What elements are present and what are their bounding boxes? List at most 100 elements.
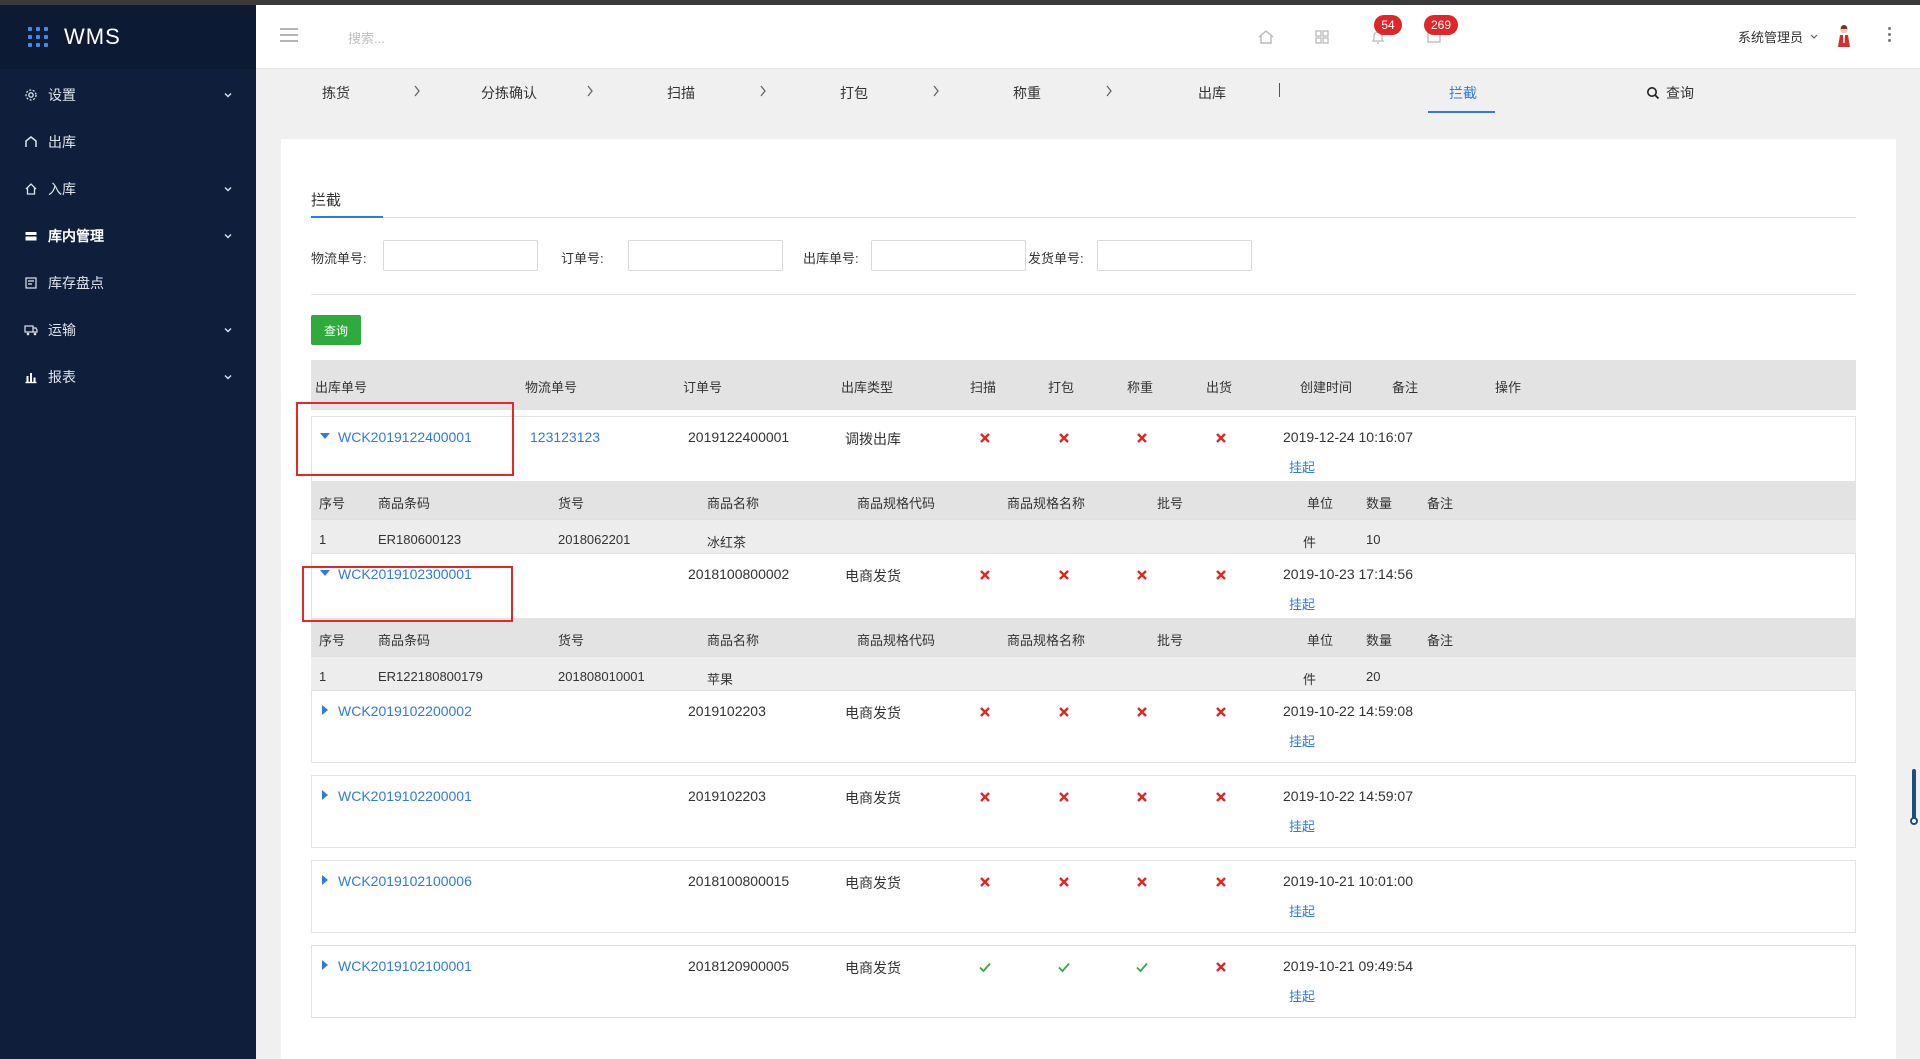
detail-unit: 件 xyxy=(1303,672,1317,687)
step-pick[interactable]: 拣货 xyxy=(322,83,350,103)
step-pack[interactable]: 打包 xyxy=(840,83,868,103)
truck-icon xyxy=(24,324,38,335)
menu-toggle-icon[interactable] xyxy=(280,28,298,42)
sidebar-item-label: 设置 xyxy=(48,86,76,103)
messages-button[interactable]: 269 xyxy=(1424,15,1458,47)
detail-col-sku-header: 货号 xyxy=(558,633,585,648)
step-outbound[interactable]: 出库 xyxy=(1198,83,1226,103)
cross-icon xyxy=(1216,792,1226,802)
chevron-right-icon xyxy=(933,85,939,97)
scrollbar-knob[interactable] xyxy=(1910,817,1918,825)
step-sort-confirm[interactable]: 分拣确认 xyxy=(481,83,537,103)
sidebar-item[interactable]: 运输 xyxy=(0,306,256,353)
order-no-input[interactable] xyxy=(628,240,783,271)
step-query[interactable]: 查询 xyxy=(1646,83,1694,103)
user-name: 系统管理员 xyxy=(1738,30,1804,45)
chevron-right-icon xyxy=(760,85,766,97)
sidebar-item[interactable]: 出库 xyxy=(0,118,256,165)
outbound-no-link[interactable]: WCK2019102100001 xyxy=(338,958,472,974)
scrollbar-thumb[interactable] xyxy=(1912,769,1916,823)
inbound-icon xyxy=(25,182,37,195)
shipping-no-input[interactable] xyxy=(1097,240,1252,271)
outbound-type: 电商发货 xyxy=(845,568,901,584)
user-menu[interactable]: 系统管理员 xyxy=(1738,27,1819,46)
logistics-no-input[interactable] xyxy=(383,240,538,271)
sidebar-item[interactable]: 库存盘点 xyxy=(0,259,256,306)
detail-col-unit-header: 单位 xyxy=(1307,633,1334,648)
grid-icon[interactable] xyxy=(1312,27,1332,47)
created-time: 2019-10-23 17:14:56 xyxy=(1283,566,1413,582)
suspend-link[interactable]: 挂起 xyxy=(1289,816,1315,835)
detail-seq: 1 xyxy=(319,532,327,547)
table-row: WCK2019102300001 2018100800002 电商发货 2019-10… xyxy=(311,553,1856,626)
cross-icon xyxy=(1216,877,1226,887)
step-weigh[interactable]: 称重 xyxy=(1013,83,1041,103)
suspend-link[interactable]: 挂起 xyxy=(1289,594,1315,613)
more-options-icon[interactable] xyxy=(1886,27,1892,47)
detail-name: 冰红茶 xyxy=(707,535,747,550)
step-scan[interactable]: 扫描 xyxy=(667,83,695,103)
warehouse-icon xyxy=(25,231,37,240)
suspend-link[interactable]: 挂起 xyxy=(1289,457,1315,476)
created-time: 2019-12-24 10:16:07 xyxy=(1283,429,1413,445)
detail-col-barcode-header: 商品条码 xyxy=(378,496,431,511)
detail-name: 苹果 xyxy=(707,672,734,687)
sidebar-item[interactable]: 设置 xyxy=(0,71,256,118)
col-ship-header: 出货 xyxy=(1206,380,1233,395)
detail-qty: 10 xyxy=(1366,532,1381,547)
check-icon xyxy=(1058,962,1070,973)
table-row: WCK2019122400001 123123123 2019122400001 调拨… xyxy=(311,416,1856,489)
suspend-link[interactable]: 挂起 xyxy=(1289,986,1315,1005)
tab-intercept[interactable]: 拦截 xyxy=(311,189,341,210)
outbound-no-link[interactable]: WCK2019102200001 xyxy=(338,788,472,804)
chevron-down-icon xyxy=(224,186,232,191)
created-time: 2019-10-22 14:59:08 xyxy=(1283,703,1413,719)
notification-button[interactable]: 54 xyxy=(1368,15,1402,47)
avatar[interactable] xyxy=(1834,23,1854,49)
detail-col-qty-header: 数量 xyxy=(1366,633,1393,648)
search-input[interactable] xyxy=(348,26,568,50)
detail-sku: 201808010001 xyxy=(558,669,645,684)
outbound-no-link[interactable]: WCK2019102200002 xyxy=(338,703,472,719)
caret-right-icon[interactable] xyxy=(319,704,331,716)
detail-col-seq-header: 序号 xyxy=(319,633,346,648)
caret-right-icon[interactable] xyxy=(319,874,331,886)
sidebar-item-label: 运输 xyxy=(48,321,76,338)
sidebar-item[interactable]: 库内管理 xyxy=(0,212,256,259)
gear-icon xyxy=(25,88,37,101)
home-icon[interactable] xyxy=(1256,27,1276,47)
suspend-link[interactable]: 挂起 xyxy=(1289,901,1315,920)
sidebar-item[interactable]: 报表 xyxy=(0,353,256,400)
suspend-link[interactable]: 挂起 xyxy=(1289,731,1315,750)
cross-icon xyxy=(1059,433,1069,443)
brand[interactable]: WMS xyxy=(0,5,256,69)
chart-icon xyxy=(25,372,37,383)
top-header: 54 269 系统管理员 xyxy=(256,5,1920,69)
table-row: WCK2019102100001 2018120900005 电商发货 2019-10… xyxy=(311,945,1856,1018)
detail-col-spec-code-header: 商品规格代码 xyxy=(857,496,936,511)
caret-right-icon[interactable] xyxy=(319,789,331,801)
created-time: 2019-10-21 10:01:00 xyxy=(1283,873,1413,889)
detail-col-name-header: 商品名称 xyxy=(707,633,760,648)
logistics-no-link[interactable]: 123123123 xyxy=(530,429,600,445)
scrollbar[interactable] xyxy=(1910,69,1920,1059)
chevron-down-icon xyxy=(224,92,232,97)
outbound-no-label: 出库单号: xyxy=(803,251,859,266)
outbound-no-input[interactable] xyxy=(871,240,1026,271)
step-intercept[interactable]: 拦截 xyxy=(1449,83,1477,103)
outbound-no-link[interactable]: WCK2019102100006 xyxy=(338,873,472,889)
detail-col-spec-name-header: 商品规格名称 xyxy=(1007,633,1086,648)
step-query-label: 查询 xyxy=(1666,85,1694,101)
sidebar: WMS 设置出库 入库 库内管理库存盘点运输报表 xyxy=(0,5,256,1059)
query-button[interactable]: 查询 xyxy=(311,315,361,345)
cross-icon xyxy=(1059,570,1069,580)
sidebar-item[interactable]: 入库 xyxy=(0,165,256,212)
cross-icon xyxy=(1216,570,1226,580)
detail-col-seq-header: 序号 xyxy=(319,496,346,511)
col-remark-header: 备注 xyxy=(1392,380,1419,395)
check-icon xyxy=(979,962,991,973)
step-divider xyxy=(1279,83,1280,97)
caret-right-icon[interactable] xyxy=(319,959,331,971)
sidebar-item-label: 库存盘点 xyxy=(48,274,104,291)
detail-col-batch-header: 批号 xyxy=(1157,496,1184,511)
